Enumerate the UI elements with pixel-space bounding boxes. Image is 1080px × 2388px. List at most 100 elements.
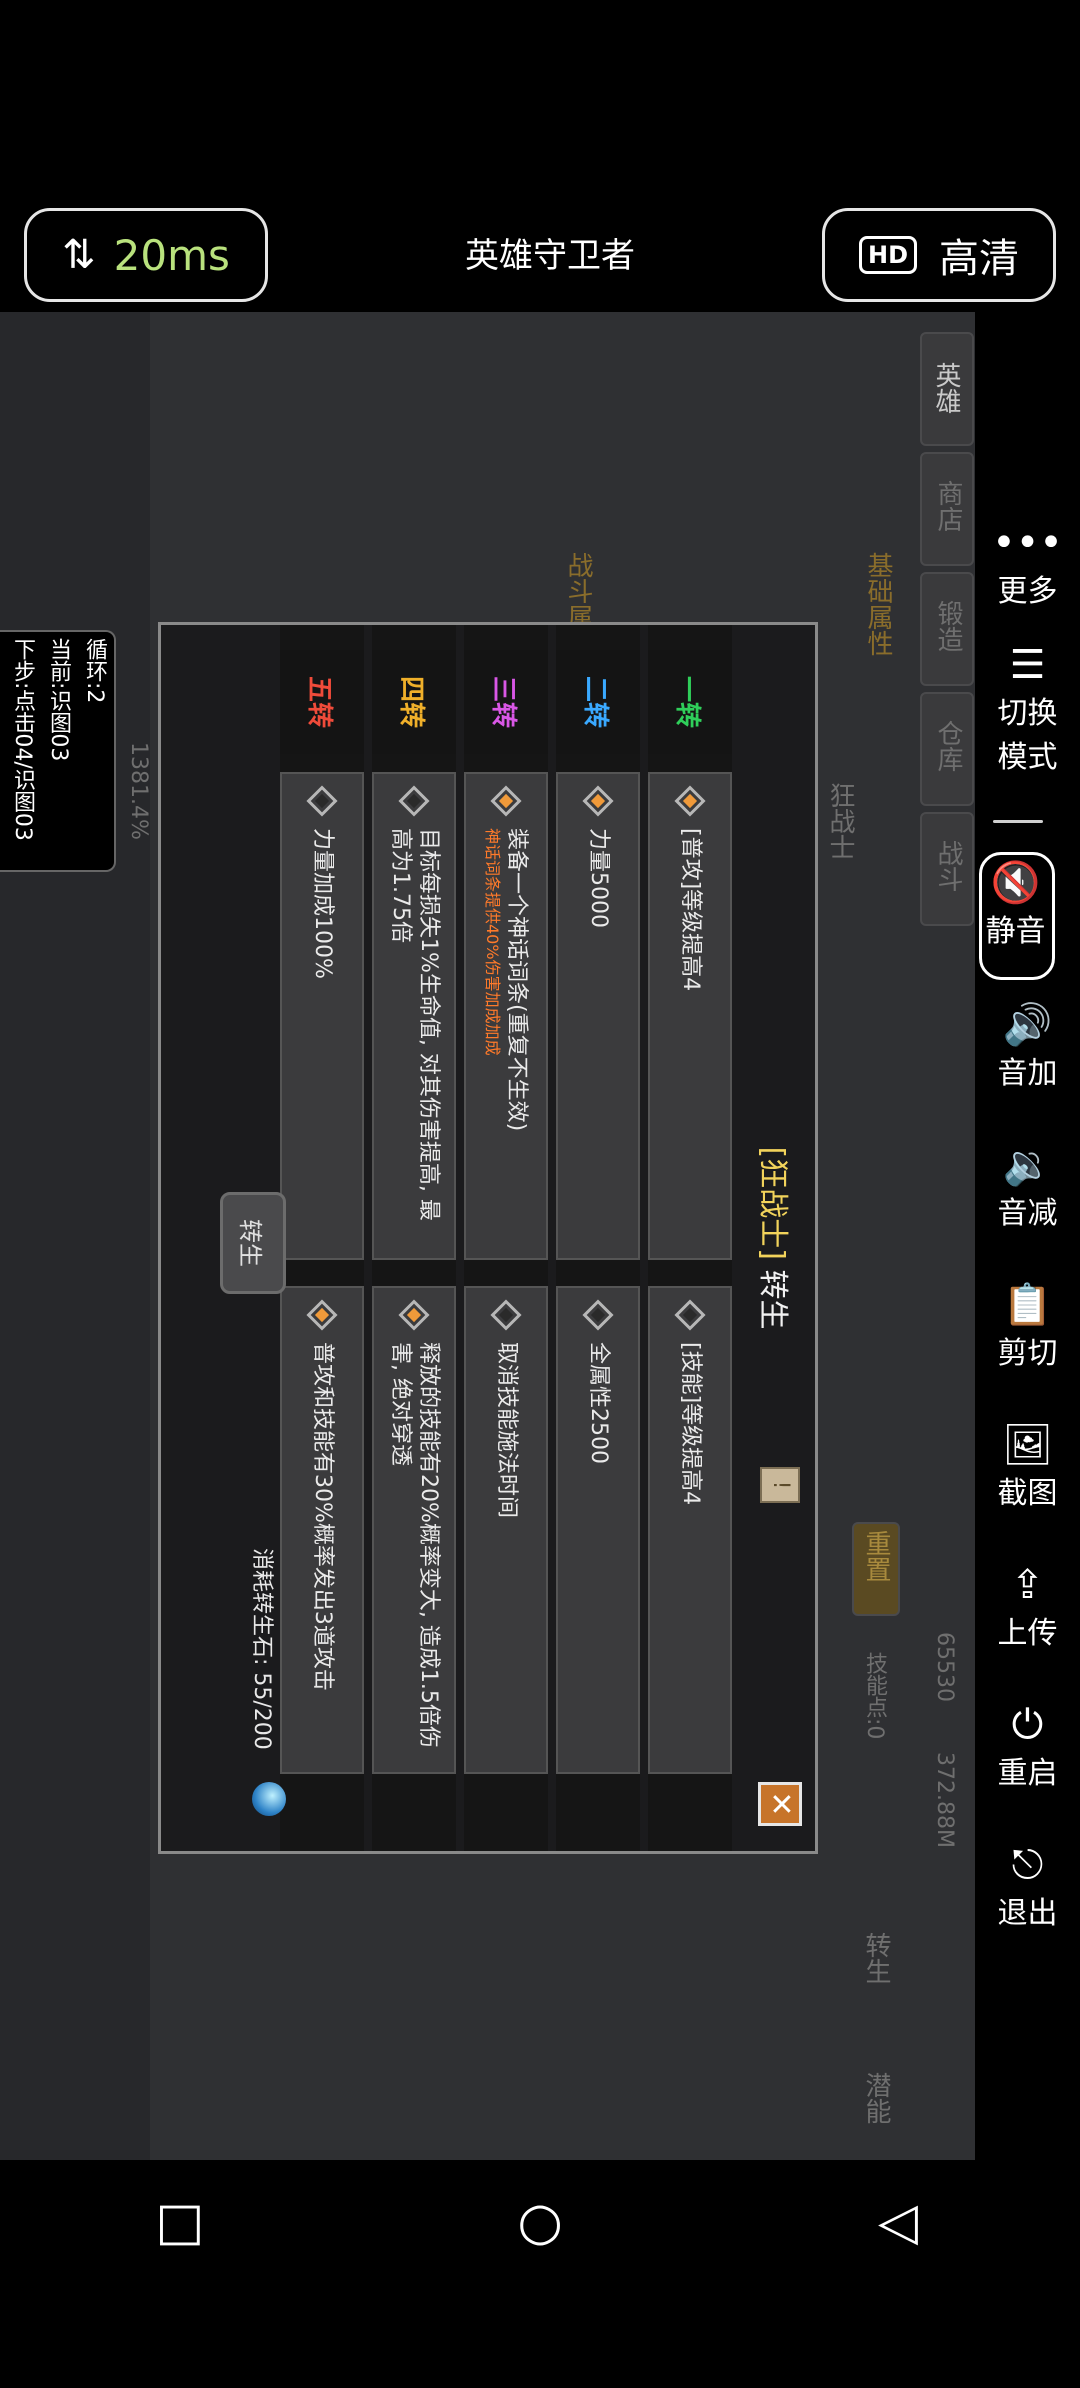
rebirth-button[interactable]: 转生 (220, 1192, 286, 1294)
perk-text: 释放的技能有20%概率变大, 造成1.5倍伤害, 绝对穿透 (388, 1342, 441, 1748)
ping-indicator[interactable]: ⇅ 20ms (24, 208, 268, 302)
diamond-core (682, 793, 698, 809)
menu-volume-down[interactable]: 🔉 音减 (975, 1142, 1080, 1232)
menu-more[interactable]: ••• 更多 (975, 520, 1080, 610)
menu-screenshot-label: 截图 (997, 1476, 1058, 1511)
swap-arrows-icon: ⇅ (62, 232, 96, 278)
exit-icon: ⎋ (1011, 1842, 1044, 1888)
perk-diamond-icon (674, 1299, 706, 1331)
dialog-class-name: [狂战士] (755, 1146, 790, 1260)
bg-label-gold: 372.88M (932, 1752, 957, 1848)
hd-icon: HD (858, 236, 917, 274)
menu-mute[interactable]: 🔇 静音 (963, 860, 1068, 950)
perk-3-left[interactable]: 装备一个神话词条(重复不生效) 神话词条提供40%伤害加成加成 (464, 772, 548, 1260)
screenshot-icon: 🖼 (1002, 1422, 1053, 1468)
menu-upload[interactable]: ⇪ 上传 (975, 1562, 1080, 1652)
side-menu: ••• 更多 ☰ 切换模式 🔇 静音 🔊 音加 🔉 音减 📋 剪切 🖼 截图 ⇪… (975, 312, 1080, 2160)
perk-diamond-icon (306, 1299, 338, 1331)
diamond-core (314, 793, 330, 809)
close-button[interactable]: ✕ (758, 1782, 802, 1826)
menu-more-label: 更多 (997, 574, 1058, 609)
power-icon: ⏻ (1011, 1702, 1044, 1748)
perk-2-left[interactable]: 力量5000 (556, 772, 640, 1260)
menu-volume-up[interactable]: 🔊 音加 (975, 1002, 1080, 1092)
perk-5-right[interactable]: 普攻和技能有30%概率发出3道攻击 (280, 1286, 364, 1774)
tier-label-5: 五转 (280, 650, 364, 754)
home-button[interactable]: ○ (500, 2182, 580, 2262)
perk-4-left[interactable]: 目标每损失1%生命值, 对其伤害提高, 最高为1.75倍 (372, 772, 456, 1260)
perk-text: 装备一个神话词条(重复不生效) 神话词条提供40%伤害加成加成 (482, 828, 530, 1131)
menu-screenshot[interactable]: 🖼 截图 (975, 1422, 1080, 1512)
tier-label-4: 四转 (372, 650, 456, 754)
perk-2-right[interactable]: 全属性2500 (556, 1286, 640, 1774)
bg-label-rebirth: 转生 (861, 1932, 891, 1984)
perk-4-right[interactable]: 释放的技能有20%概率变大, 造成1.5倍伤害, 绝对穿透 (372, 1286, 456, 1774)
bg-label-hero: 英雄 (931, 362, 961, 414)
battle-strip (0, 312, 150, 2160)
diamond-core (590, 1307, 606, 1323)
cycle-count: 循环:2 (82, 638, 107, 704)
bg-label-battle: 战斗 (933, 840, 963, 892)
perk-text: 力量加成100% (310, 828, 335, 979)
menu-clipboard[interactable]: 📋 剪切 (975, 1282, 1080, 1372)
recents-button[interactable]: □ (140, 2182, 220, 2262)
menu-volume-down-label: 音减 (997, 1196, 1058, 1231)
cycle-next: 下步:点击04/识图03 (10, 638, 35, 841)
menu-switch-mode[interactable]: ☰ 切换模式 (975, 642, 1080, 776)
rebirth-cost: 消耗转生石: 55/200 (249, 1548, 274, 1750)
perk-1-left[interactable]: [普攻]等级提高4 (648, 772, 732, 1260)
perk-text: 力量5000 (586, 828, 611, 928)
dialog-title: [狂战士] 转生 (754, 625, 798, 1851)
cycle-current: 当前:识图03 (46, 638, 71, 762)
app-title: 英雄守卫者 (465, 236, 635, 276)
perk-3-right[interactable]: 取消技能施法时间 (464, 1286, 548, 1774)
perk-text: 目标每损失1%生命值, 对其伤害提高, 最高为1.75倍 (388, 828, 441, 1221)
menu-exit[interactable]: ⎋ 退出 (975, 1842, 1080, 1932)
quality-label: 高清 (939, 236, 1019, 282)
perk-text: [普攻]等级提高4 (678, 828, 703, 992)
bg-label-reset: 重置 (861, 1530, 891, 1582)
rebirth-stone-icon (252, 1782, 286, 1816)
perk-sub-text: 神话词条提供40%伤害加成加成 (483, 828, 502, 1056)
bg-label-base-attr: 基础属性 (863, 552, 893, 656)
bg-label-skill-points: 技能点:0 (862, 1652, 887, 1740)
perk-text: 普攻和技能有30%概率发出3道攻击 (310, 1342, 335, 1691)
diamond-core (498, 1307, 514, 1323)
perk-main-text: 装备一个神话词条(重复不生效) (504, 828, 529, 1132)
menu-restart-label: 重启 (997, 1756, 1058, 1791)
tier-label-2: 二转 (556, 650, 640, 754)
volume-up-icon: 🔊 (1002, 1002, 1053, 1048)
tier-label-1: 一转 (648, 650, 732, 754)
game-viewport[interactable]: 英雄 商店 锻造 仓库 战斗 基础属性 狂战士 战斗属性 重置 转生 潜能 技能… (0, 312, 975, 2160)
tier-2-text: 二转 (580, 675, 611, 728)
bg-label-percent-1: 1381.4% (126, 742, 151, 840)
perk-diamond-icon (490, 1299, 522, 1331)
more-icon: ••• (992, 520, 1063, 566)
mute-icon: 🔇 (990, 860, 1041, 906)
diamond-core (498, 793, 514, 809)
diamond-core (406, 793, 422, 809)
perk-text: 取消技能施法时间 (494, 1342, 519, 1519)
tier-4-text: 四转 (396, 675, 427, 728)
perk-1-right[interactable]: [技能]等级提高4 (648, 1286, 732, 1774)
perk-diamond-icon (398, 785, 430, 817)
perk-5-left[interactable]: 力量加成100% (280, 772, 364, 1260)
diamond-core (314, 1307, 330, 1323)
bg-label-gems: 65530 (932, 1632, 957, 1702)
perk-diamond-icon (306, 785, 338, 817)
diamond-core (682, 1307, 698, 1323)
rebirth-dialog-content: [狂战士] 转生 ! ✕ 一转 二转 三转 四转 五转 [普攻]等级提高4 力量… (161, 625, 815, 1851)
bg-label-warehouse: 仓库 (933, 720, 963, 772)
ping-value: 20ms (113, 230, 230, 280)
bg-label-shop: 商店 (933, 480, 963, 532)
diamond-core (590, 793, 606, 809)
back-button[interactable]: ◁ (858, 2182, 938, 2262)
bg-label-potential: 潜能 (861, 2072, 891, 2124)
quality-toggle[interactable]: HD 高清 (822, 208, 1056, 302)
help-icon[interactable]: ! (760, 1467, 800, 1503)
dialog-title-suffix: 转生 (755, 1269, 790, 1330)
perk-diamond-icon (398, 1299, 430, 1331)
perk-diamond-icon (674, 785, 706, 817)
menu-restart[interactable]: ⏻ 重启 (975, 1702, 1080, 1792)
tier-1-text: 一转 (672, 675, 703, 728)
